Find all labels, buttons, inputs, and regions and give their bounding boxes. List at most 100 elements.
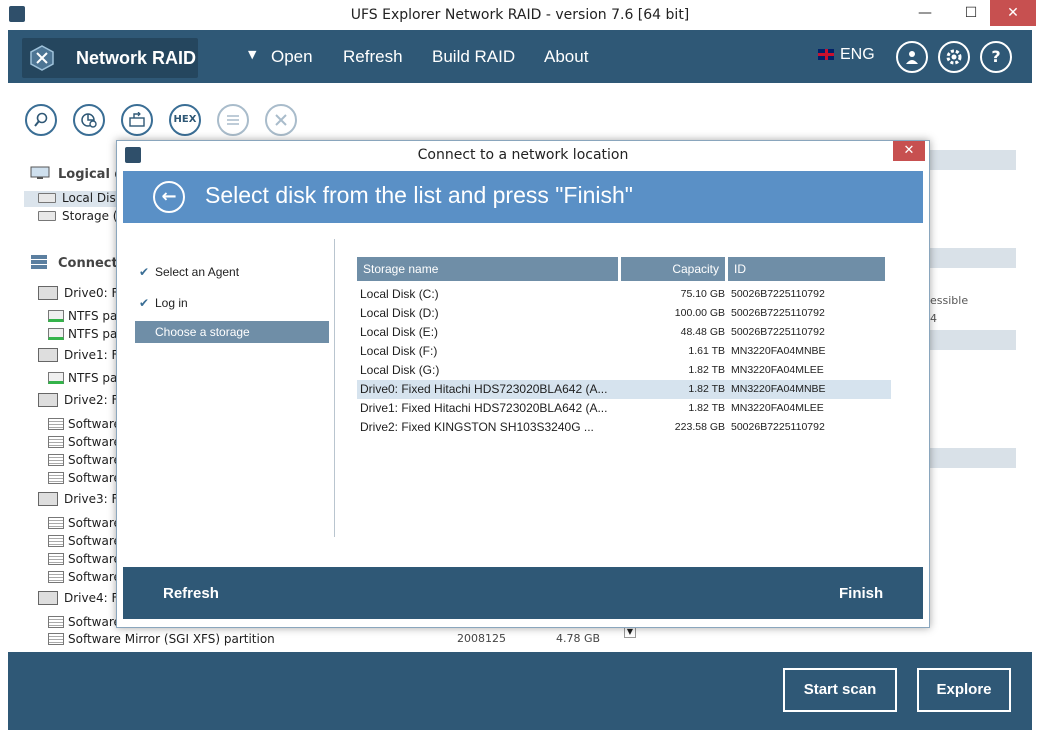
dialog-finish-button[interactable]: Finish [839,585,883,602]
gear-icon[interactable] [938,41,970,73]
maximize-button[interactable]: ☐ [948,0,994,26]
cell-name: Local Disk (F:) [360,344,438,358]
tree-item-label: Drive2: Fi [64,393,121,407]
cell-name: Local Disk (C:) [360,287,439,301]
hard-drive-icon [38,348,58,362]
tree-item-label: Software [68,552,121,566]
tree-item-partition[interactable]: Software [48,615,121,629]
tree-item-drive[interactable]: Drive4: Fi [38,591,121,605]
save-image-icon[interactable] [121,104,153,136]
window-title: UFS Explorer Network RAID - version 7.6 … [350,7,690,23]
cell-capacity: 223.58 GB [674,421,725,433]
hard-drive-icon [38,591,58,605]
tree-item-local-disk[interactable]: Local Disk [24,191,123,207]
raid-partition-icon [48,472,64,484]
right-header-strip [930,448,1016,468]
cell-capacity: 1.82 TB [688,383,725,395]
step-select-agent[interactable]: ✔ Select an Agent [135,261,329,283]
back-arrow-icon[interactable]: ← [153,181,185,213]
hex-viewer-icon[interactable]: HEX [169,104,201,136]
disk-scan-icon[interactable] [73,104,105,136]
tree-item-partition[interactable]: Software [48,516,121,530]
menu-about[interactable]: About [544,47,588,67]
brand-name: Network RAID [76,48,197,68]
last-row-size: 4.78 GB [556,632,601,645]
partition-icon [48,310,64,322]
tree-item-label: Drive3: Fi [64,492,121,506]
tree-item-label: Software [68,615,121,629]
table-row[interactable]: Drive1: Fixed Hitachi HDS723020BLA642 (A… [357,399,891,418]
tree-item-drive[interactable]: Drive1: Fi [38,348,121,362]
explore-button[interactable]: Explore [917,668,1011,712]
start-scan-button[interactable]: Start scan [783,668,897,712]
tree-item-partition[interactable]: NTFS pa [48,371,117,385]
menu-open[interactable]: Open [271,47,313,67]
table-row[interactable]: Drive2: Fixed KINGSTON SH103S3240G ... 22… [357,418,891,437]
tree-item-partition[interactable]: Software [48,534,121,548]
raid-partition-icon [48,553,64,565]
dialog-refresh-button[interactable]: Refresh [163,585,219,602]
table-row[interactable]: Local Disk (F:) 1.61 TB MN3220FA04MNBE [357,342,891,361]
column-header-id[interactable]: ID [728,257,885,281]
tree-item-label: Software [68,471,121,485]
right-header-strip [930,330,1016,350]
cell-id: 50026B7225110792 [731,326,825,338]
bottom-bar: Start scan Explore [8,652,1032,730]
tree-item-partition[interactable]: Software Mirror (SGI XFS) partition [48,632,275,646]
tree-item-drive[interactable]: Drive0: Fi [38,286,121,300]
table-row[interactable]: Local Disk (G:) 1.82 TB MN3220FA04MLEE [357,361,891,380]
hard-drive-icon [38,492,58,506]
table-row[interactable]: Drive0: Fixed Hitachi HDS723020BLA642 (A… [357,380,891,399]
tree-item-partition[interactable]: NTFS pa [48,327,117,341]
tree-item-partition[interactable]: Software [48,570,121,584]
tree-item-drive[interactable]: Drive3: Fi [38,492,121,506]
tree-item-label: Software [68,516,121,530]
raid-partition-icon [48,633,64,645]
network-raid-logo-icon [30,45,54,71]
cell-id: MN3220FA04MNBE [731,345,826,357]
raid-partition-icon [48,454,64,466]
close-storage-icon [265,104,297,136]
tree-item-label: Software Mirror (SGI XFS) partition [68,632,275,646]
menu-build-raid[interactable]: Build RAID [432,47,515,67]
raid-partition-icon [48,571,64,583]
tree-item-partition[interactable]: Software [48,471,121,485]
raid-partition-icon [48,418,64,430]
menu-dropdown-icon[interactable]: ▼ [248,48,256,61]
column-header-capacity[interactable]: Capacity [621,257,725,281]
tree-item-partition[interactable]: NTFS pa [48,309,117,323]
search-icon[interactable] [25,104,57,136]
tree-item-drive[interactable]: Drive2: Fi [38,393,121,407]
dialog-close-button[interactable]: ✕ [893,141,925,161]
cell-id: MN3220FA04MNBE [731,383,826,395]
step-log-in[interactable]: ✔ Log in [135,292,329,314]
column-header-storage-name[interactable]: Storage name [357,257,618,281]
hard-drive-icon [38,286,58,300]
partition-icon [48,328,64,340]
tree-item-label: Software [68,453,121,467]
help-icon[interactable]: ? [980,41,1012,73]
tree-item-label: Drive1: Fi [64,348,121,362]
step-choose-storage[interactable]: Choose a storage [135,321,329,343]
user-icon[interactable] [896,41,928,73]
tree-item-label: NTFS pa [68,309,118,323]
language-selector[interactable]: ENG [818,46,875,64]
monitor-icon [30,166,50,179]
menu-refresh[interactable]: Refresh [343,47,403,67]
table-row[interactable]: Local Disk (E:) 48.48 GB 50026B7225110792 [357,323,891,342]
tree-item-partition[interactable]: Software [48,435,121,449]
cell-id: 50026B7225110792 [731,421,825,433]
cell-id: 50026B7225110792 [731,307,825,319]
minimize-button[interactable]: — [902,0,948,26]
tree-item-partition[interactable]: Software [48,417,121,431]
tree-item-label: Drive4: Fi [64,591,121,605]
tree-item-storage[interactable]: Storage ( [38,209,117,223]
close-button[interactable]: ✕ [990,0,1036,26]
tree-item-partition[interactable]: Software [48,552,121,566]
table-row[interactable]: Local Disk (C:) 75.10 GB 50026B7225110792 [357,285,891,304]
table-row[interactable]: Local Disk (D:) 100.00 GB 50026B7225110792 [357,304,891,323]
cell-capacity: 75.10 GB [680,288,725,300]
dialog-titlebar: Connect to a network location ✕ [117,141,929,169]
tree-item-partition[interactable]: Software [48,453,121,467]
tree-item-label: NTFS pa [68,371,118,385]
